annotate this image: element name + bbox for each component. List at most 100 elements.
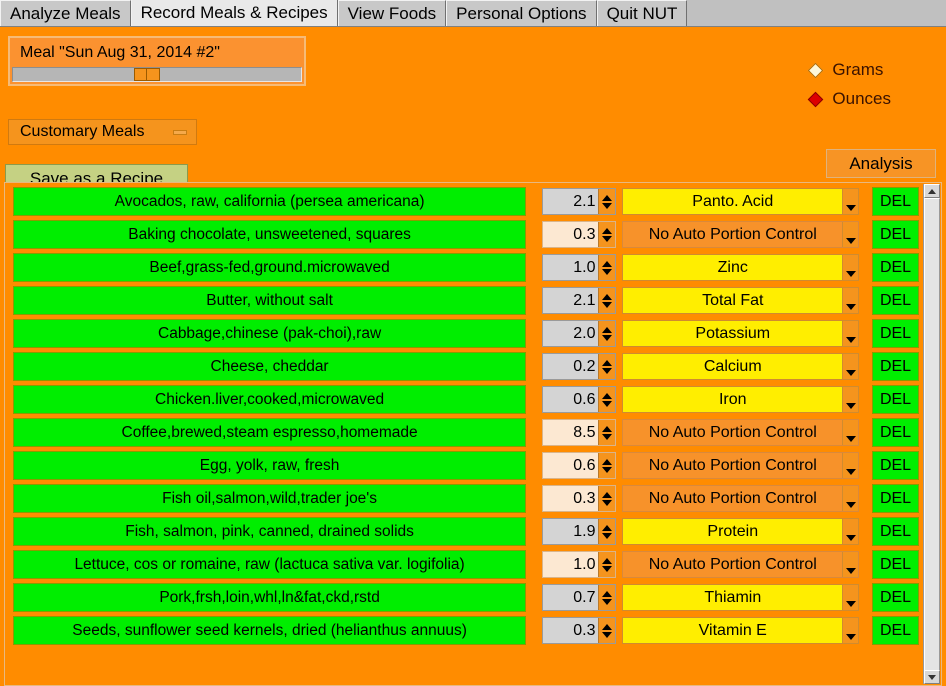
amount-value[interactable]: 0.3 xyxy=(543,222,598,247)
spinner-down-icon[interactable] xyxy=(599,466,615,479)
amount-value[interactable]: 0.3 xyxy=(543,618,598,643)
amount-spinner[interactable] xyxy=(598,321,616,347)
spinner-up-icon[interactable] xyxy=(599,387,615,400)
delete-row-button[interactable]: DEL xyxy=(872,187,919,216)
amount-value[interactable]: 1.9 xyxy=(543,519,598,544)
spinner-up-icon[interactable] xyxy=(599,321,615,334)
amount-spinner[interactable] xyxy=(598,387,616,413)
portion-control-dropdown[interactable]: Iron xyxy=(622,386,860,413)
food-name-button[interactable]: Butter, without salt xyxy=(13,286,527,315)
spinner-down-icon[interactable] xyxy=(599,367,615,380)
spinner-down-icon[interactable] xyxy=(599,202,615,215)
food-name-button[interactable]: Fish oil,salmon,wild,trader joe's xyxy=(13,484,527,513)
amount-stepper[interactable]: 0.6 xyxy=(542,452,617,479)
amount-spinner[interactable] xyxy=(598,552,616,578)
food-name-button[interactable]: Chicken.liver,cooked,microwaved xyxy=(13,385,527,414)
spinner-down-icon[interactable] xyxy=(599,433,615,446)
chevron-down-icon[interactable] xyxy=(842,288,859,313)
amount-value[interactable]: 0.6 xyxy=(543,387,598,412)
amount-stepper[interactable]: 2.0 xyxy=(542,320,617,347)
amount-stepper[interactable]: 0.2 xyxy=(542,353,617,380)
chevron-down-icon[interactable] xyxy=(842,486,859,511)
delete-row-button[interactable]: DEL xyxy=(872,220,919,249)
amount-spinner[interactable] xyxy=(598,288,616,313)
chevron-down-icon[interactable] xyxy=(842,222,859,247)
food-name-button[interactable]: Cheese, cheddar xyxy=(13,352,527,381)
meal-slider-track[interactable] xyxy=(12,67,302,82)
amount-stepper[interactable]: 0.3 xyxy=(542,617,617,644)
portion-control-dropdown[interactable]: No Auto Portion Control xyxy=(622,419,860,446)
food-name-button[interactable]: Coffee,brewed,steam espresso,homemade xyxy=(13,418,527,447)
portion-control-dropdown[interactable]: No Auto Portion Control xyxy=(622,551,860,578)
delete-row-button[interactable]: DEL xyxy=(872,352,919,381)
portion-control-dropdown[interactable]: Total Fat xyxy=(622,287,860,314)
spinner-up-icon[interactable] xyxy=(599,519,615,532)
amount-spinner[interactable] xyxy=(598,222,616,248)
tab-quit-nut[interactable]: Quit NUT xyxy=(596,0,688,26)
spinner-down-icon[interactable] xyxy=(599,400,615,413)
food-name-button[interactable]: Pork,frsh,loin,whl,ln&fat,ckd,rstd xyxy=(13,583,527,612)
amount-stepper[interactable]: 8.5 xyxy=(542,419,617,446)
chevron-down-icon[interactable] xyxy=(842,618,859,643)
delete-row-button[interactable]: DEL xyxy=(872,484,919,513)
amount-stepper[interactable]: 0.7 xyxy=(542,584,617,611)
spinner-down-icon[interactable] xyxy=(599,598,615,611)
chevron-down-icon[interactable] xyxy=(842,321,859,346)
tab-analyze-meals[interactable]: Analyze Meals xyxy=(0,0,131,26)
unit-radio-ounces[interactable]: Ounces xyxy=(808,89,891,109)
spinner-up-icon[interactable] xyxy=(599,453,615,466)
amount-value[interactable]: 8.5 xyxy=(543,420,598,445)
portion-control-dropdown[interactable]: No Auto Portion Control xyxy=(622,221,860,248)
portion-control-dropdown[interactable]: Potassium xyxy=(622,320,860,347)
tab-view-foods[interactable]: View Foods xyxy=(337,0,447,26)
amount-spinner[interactable] xyxy=(598,420,616,446)
food-name-button[interactable]: Avocados, raw, california (persea americ… xyxy=(13,187,527,216)
analysis-button[interactable]: Analysis xyxy=(826,149,936,178)
delete-row-button[interactable]: DEL xyxy=(872,583,919,612)
delete-row-button[interactable]: DEL xyxy=(872,517,919,546)
amount-value[interactable]: 1.0 xyxy=(543,552,598,577)
amount-value[interactable]: 0.2 xyxy=(543,354,598,379)
portion-control-dropdown[interactable]: Thiamin xyxy=(622,584,860,611)
spinner-up-icon[interactable] xyxy=(599,618,615,631)
spinner-up-icon[interactable] xyxy=(599,222,615,235)
tab-personal-options[interactable]: Personal Options xyxy=(446,0,597,26)
amount-value[interactable]: 2.1 xyxy=(543,288,598,313)
amount-spinner[interactable] xyxy=(598,486,616,512)
delete-row-button[interactable]: DEL xyxy=(872,616,919,645)
food-name-button[interactable]: Seeds, sunflower seed kernels, dried (he… xyxy=(13,616,527,645)
chevron-down-icon[interactable] xyxy=(842,420,859,445)
spinner-down-icon[interactable] xyxy=(599,268,615,281)
delete-row-button[interactable]: DEL xyxy=(872,286,919,315)
amount-spinner[interactable] xyxy=(598,585,616,611)
amount-stepper[interactable]: 2.1 xyxy=(542,188,617,215)
food-name-button[interactable]: Egg, yolk, raw, fresh xyxy=(13,451,527,480)
spinner-down-icon[interactable] xyxy=(599,334,615,347)
tab-record-meals-recipes[interactable]: Record Meals & Recipes xyxy=(130,0,338,26)
chevron-down-icon[interactable] xyxy=(842,453,859,478)
chevron-down-icon[interactable] xyxy=(842,255,859,280)
food-name-button[interactable]: Cabbage,chinese (pak-choi),raw xyxy=(13,319,527,348)
amount-stepper[interactable]: 1.0 xyxy=(542,551,617,578)
amount-value[interactable]: 2.1 xyxy=(543,189,598,214)
amount-value[interactable]: 0.3 xyxy=(543,486,598,511)
spinner-down-icon[interactable] xyxy=(599,532,615,545)
food-name-button[interactable]: Baking chocolate, unsweetened, squares xyxy=(13,220,527,249)
meal-slider-thumb[interactable] xyxy=(133,68,160,81)
spinner-up-icon[interactable] xyxy=(599,255,615,268)
spinner-up-icon[interactable] xyxy=(599,552,615,565)
delete-row-button[interactable]: DEL xyxy=(872,451,919,480)
chevron-down-icon[interactable] xyxy=(842,519,859,544)
amount-stepper[interactable]: 0.6 xyxy=(542,386,617,413)
spinner-down-icon[interactable] xyxy=(599,499,615,512)
spinner-down-icon[interactable] xyxy=(599,235,615,248)
portion-control-dropdown[interactable]: Calcium xyxy=(622,353,860,380)
spinner-up-icon[interactable] xyxy=(599,486,615,499)
portion-control-dropdown[interactable]: Zinc xyxy=(622,254,860,281)
delete-row-button[interactable]: DEL xyxy=(872,418,919,447)
food-name-button[interactable]: Fish, salmon, pink, canned, drained soli… xyxy=(13,517,527,546)
food-list-scrollbar[interactable] xyxy=(923,184,940,684)
spinner-up-icon[interactable] xyxy=(599,420,615,433)
spinner-down-icon[interactable] xyxy=(599,565,615,578)
spinner-up-icon[interactable] xyxy=(599,288,615,301)
